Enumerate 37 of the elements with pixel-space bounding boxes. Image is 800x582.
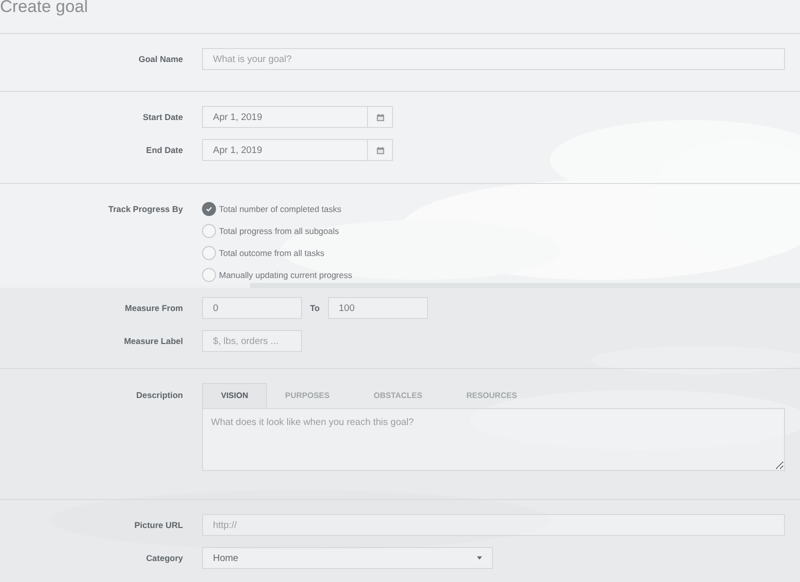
check-icon [205,205,213,213]
tab[interactable]: OBSTACLES [356,383,440,408]
text-field[interactable]: 0 [202,297,302,319]
field-label: Picture URL [133,520,183,530]
field-label: Description [135,389,183,400]
radio-button[interactable] [202,268,216,282]
tab[interactable]: RESOURCES [448,383,536,408]
text-field[interactable]: http:// [202,514,785,536]
field-label: Measure Label [122,336,183,346]
text-field[interactable]: What is your goal? [202,48,785,70]
radio-button[interactable] [202,224,216,238]
option-label: Manually updating current progress [219,270,352,280]
field-label: Measure From [124,303,183,313]
tab[interactable]: VISION [202,383,268,408]
option-label: Total outcome from all tasks [219,248,324,258]
calendar-icon [376,146,384,154]
field-label: End Date [145,145,183,155]
option-label: Total progress from all subgoals [219,226,340,236]
tab[interactable]: PURPOSES [267,383,348,408]
field-label: To [310,303,320,313]
text-area[interactable]: What does it look like when you reach this goal? [202,408,785,471]
page-title: Create goal [0,0,89,18]
date-field[interactable]: Apr 1, 2019 [202,139,368,161]
caret-icon [477,556,482,560]
text-field[interactable]: 100 [328,297,428,319]
calendar-icon [376,112,384,122]
calendar-button[interactable] [368,106,393,128]
calendar-button[interactable] [368,139,393,161]
text-field[interactable]: $, lbs, orders ... [202,330,302,352]
field-label: Track Progress By [107,203,183,214]
radio-button[interactable] [202,246,216,260]
field-label: Goal Name [138,54,183,64]
date-field[interactable]: Apr 1, 2019 [202,106,368,128]
field-label: Category [145,553,183,563]
dropdown[interactable]: Home [202,547,493,569]
field-label: Start Date [142,112,183,122]
option-label: Total number of completed tasks [219,204,342,214]
